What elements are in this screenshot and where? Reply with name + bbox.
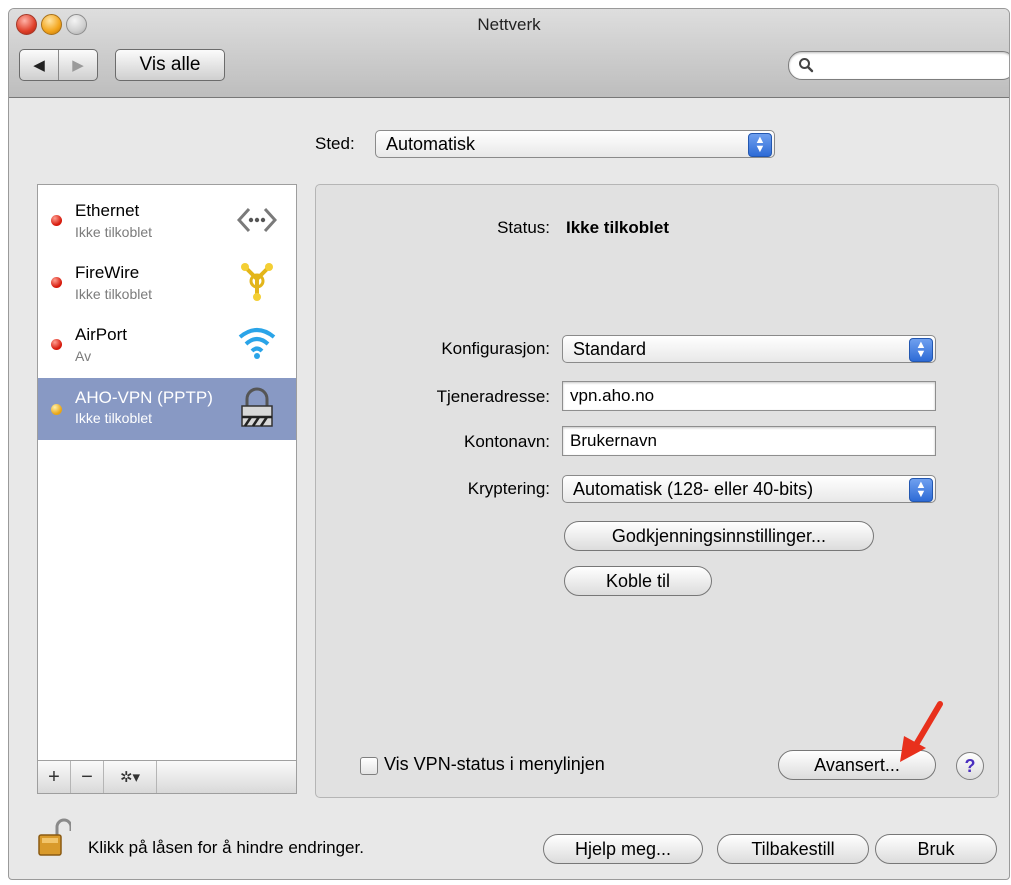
service-action-menu-button[interactable]: ✲▾ bbox=[104, 761, 157, 793]
service-status: Ikke tilkoblet bbox=[75, 286, 153, 302]
wifi-icon bbox=[238, 328, 276, 359]
lock-instruction-text: Klikk på låsen for å hindre endringer. bbox=[88, 838, 364, 857]
show-vpn-status-checkbox[interactable] bbox=[360, 757, 378, 775]
server-address-label: Tjeneradresse: bbox=[436, 387, 550, 406]
ethernet-icon bbox=[237, 207, 277, 233]
status-indicator-red-icon bbox=[51, 339, 62, 350]
revert-button[interactable]: Tilbakestill bbox=[717, 834, 869, 864]
encryption-value: Automatisk (128- eller 40-bits) bbox=[573, 478, 814, 499]
status-value: Ikke tilkoblet bbox=[566, 218, 669, 237]
account-name-label: Kontonavn: bbox=[463, 432, 550, 451]
help-button[interactable]: ? bbox=[956, 752, 984, 780]
service-name: AHO-VPN (PPTP) bbox=[75, 388, 213, 407]
status-indicator-yellow-icon bbox=[51, 404, 62, 415]
popup-arrows-icon: ▲ ▼ bbox=[909, 338, 933, 362]
server-address-field[interactable]: vpn.aho.no bbox=[562, 381, 936, 411]
popup-arrows-icon: ▲ ▼ bbox=[909, 478, 933, 502]
annotation-arrow-icon bbox=[900, 701, 943, 762]
back-button[interactable]: ◀ bbox=[20, 50, 58, 80]
connect-button[interactable]: Koble til bbox=[564, 566, 712, 596]
add-service-button[interactable]: + bbox=[38, 761, 71, 793]
authentication-settings-button[interactable]: Godkjenningsinnstillinger... bbox=[564, 521, 874, 551]
forward-button[interactable]: ▶ bbox=[58, 50, 97, 80]
status-label: Status: bbox=[497, 218, 550, 237]
search-icon bbox=[799, 58, 814, 73]
service-item-ethernet[interactable]: Ethernet Ikke tilkoblet bbox=[38, 189, 296, 251]
service-list: Ethernet Ikke tilkoblet FireWire Ikke ti… bbox=[37, 184, 297, 794]
service-item-airport[interactable]: AirPort Av bbox=[38, 313, 296, 375]
configuration-label: Konfigurasjon: bbox=[441, 339, 550, 358]
show-all-button[interactable]: Vis alle bbox=[115, 49, 225, 81]
search-field[interactable] bbox=[788, 51, 1009, 80]
unlocked-padlock-icon bbox=[38, 818, 71, 856]
location-value: Automatisk bbox=[386, 133, 476, 154]
service-name: FireWire bbox=[75, 263, 140, 282]
status-indicator-red-icon bbox=[51, 215, 62, 226]
popup-arrows-icon: ▲ ▼ bbox=[748, 133, 772, 157]
service-status: Av bbox=[75, 348, 92, 364]
network-preferences-window: Nettverk ◀ ▶ Vis alle Sted: Automatisk ▲… bbox=[8, 8, 1010, 880]
status-indicator-red-icon bbox=[51, 277, 62, 288]
service-name: AirPort bbox=[75, 325, 127, 344]
service-status: Ikke tilkoblet bbox=[75, 410, 153, 426]
service-list-toolbar: + − ✲▾ bbox=[38, 760, 296, 793]
window-title: Nettverk bbox=[477, 15, 541, 34]
location-label: Sted: bbox=[315, 134, 355, 153]
account-name-field[interactable]: Brukernavn bbox=[562, 426, 936, 456]
apply-button[interactable]: Bruk bbox=[875, 834, 997, 864]
service-item-firewire[interactable]: FireWire Ikke tilkoblet bbox=[38, 251, 296, 313]
firewire-icon bbox=[241, 263, 273, 301]
service-status: Ikke tilkoblet bbox=[75, 224, 153, 240]
assist-me-button[interactable]: Hjelp meg... bbox=[543, 834, 703, 864]
configuration-popup[interactable]: Standard ▲ ▼ bbox=[562, 335, 936, 363]
location-popup[interactable]: Automatisk ▲ ▼ bbox=[375, 130, 775, 158]
title-bar: Nettverk ◀ ▶ Vis alle bbox=[9, 9, 1009, 98]
show-vpn-status-label: Vis VPN-status i menylinjen bbox=[384, 754, 605, 774]
vpn-detail-panel: Status: Ikke tilkoblet Konfigurasjon: St… bbox=[315, 184, 999, 798]
vpn-lock-icon bbox=[241, 387, 273, 427]
configuration-value: Standard bbox=[573, 338, 647, 359]
encryption-label: Kryptering: bbox=[467, 479, 550, 498]
remove-service-button[interactable]: − bbox=[71, 761, 104, 793]
back-forward-control: ◀ ▶ bbox=[19, 49, 98, 81]
encryption-popup[interactable]: Automatisk (128- eller 40-bits) ▲ ▼ bbox=[562, 475, 936, 503]
service-name: Ethernet bbox=[75, 201, 140, 220]
service-item-aho-vpn[interactable]: AHO-VPN (PPTP) Ikke tilkoblet bbox=[38, 378, 296, 440]
